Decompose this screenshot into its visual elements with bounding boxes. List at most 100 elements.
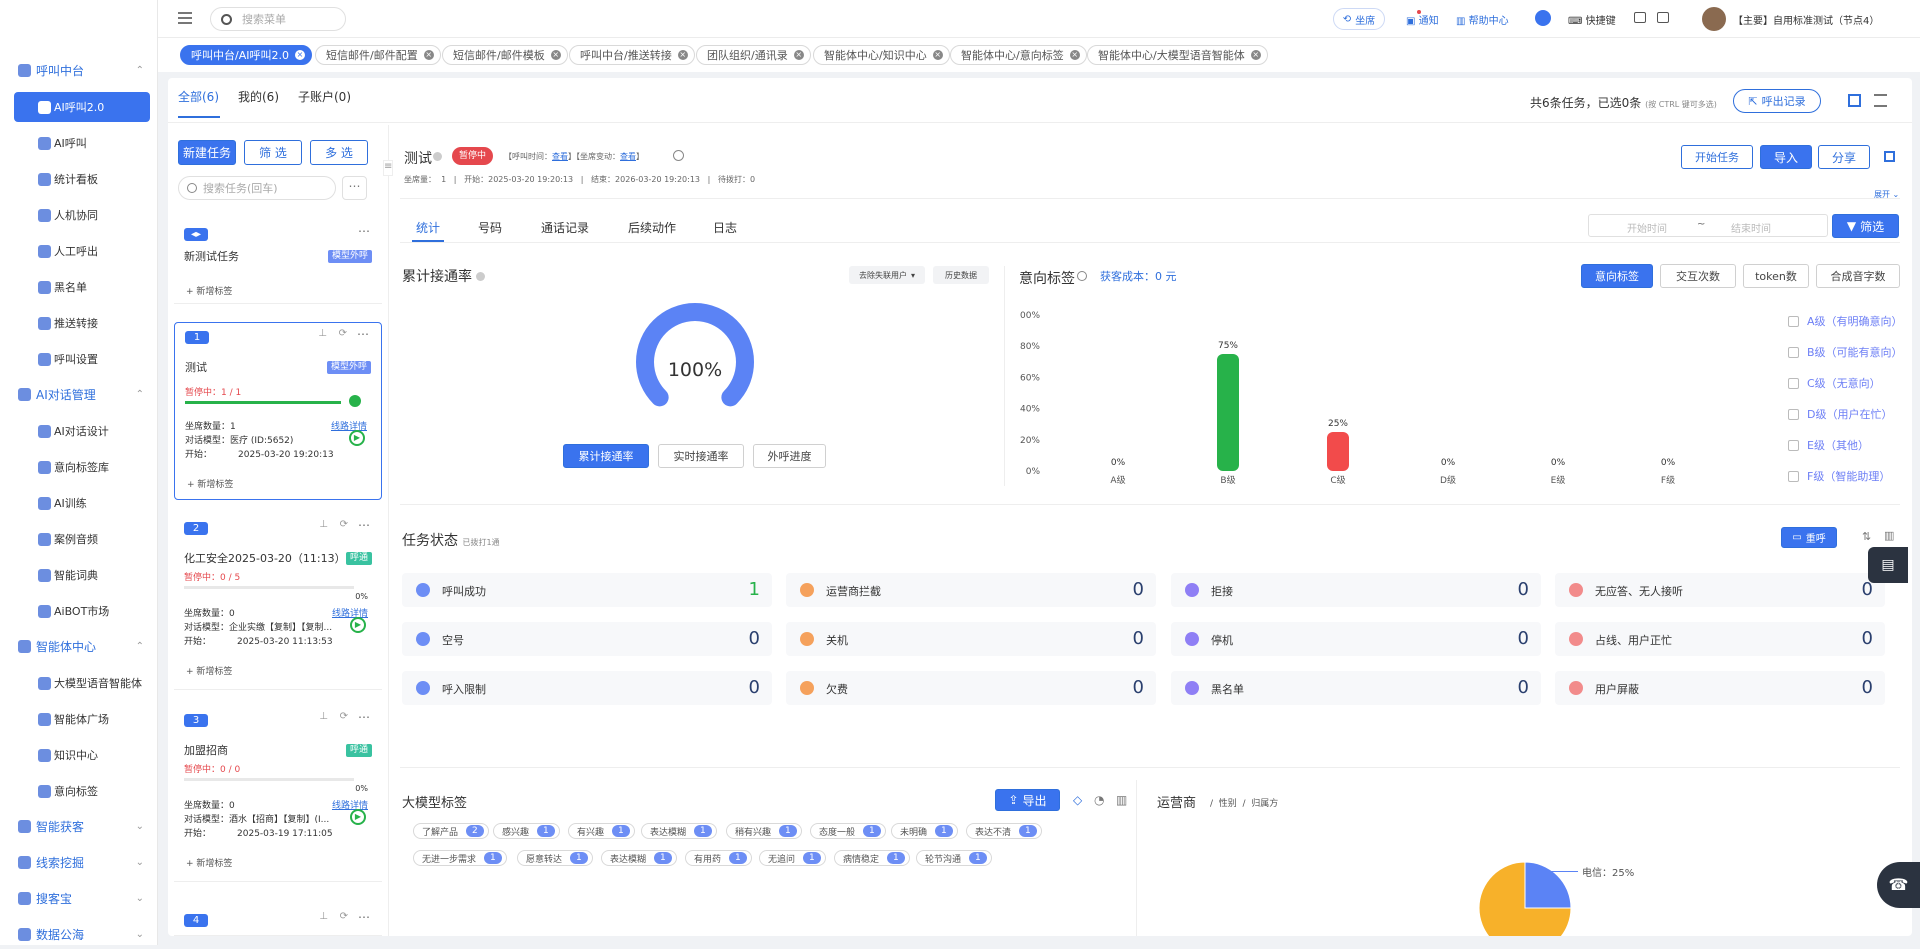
intent-metric-button-0[interactable]: 意向标签 [1581,264,1653,288]
intent-level-checkbox[interactable]: E级（其他） [1788,437,1869,453]
start-task-button[interactable]: 开始任务 [1681,145,1753,169]
more-icon[interactable]: ⋯ [358,710,370,724]
line-detail-link[interactable]: 线路详情 [332,606,368,619]
llm-tag-chip[interactable]: 了解产品 2 [413,823,489,839]
sidebar-item-0-5[interactable]: 黑名单 [14,272,150,302]
avatar[interactable] [1702,7,1726,31]
sidebar-item-1-3[interactable]: 案例音频 [14,524,150,554]
llm-tag-chip[interactable]: 未明确 1 [891,823,958,839]
task-card[interactable]: 2 ⋯ ⊥ ⟳ 化工安全2025-03-20（11:13） 呼通 暂停中：0 / 5 0% 坐席… [174,514,382,690]
import-button[interactable]: 导入 [1760,145,1812,169]
sidebar-group-1[interactable]: AI对话管理 ⌃ [14,379,150,409]
sidebar-item-1-5[interactable]: AiBOT市场 [14,596,150,626]
sidebar-item-1-0[interactable]: AI对话设计 [14,416,150,446]
menu-search[interactable]: 搜索菜单 [210,7,346,31]
filter-tab-all[interactable]: 全部(6) [178,88,219,105]
share-button[interactable]: 分享 [1818,145,1870,169]
chat-float-button[interactable]: ▤ [1868,547,1908,583]
seat-change-link[interactable]: 查看 [620,152,636,161]
refresh-icon[interactable] [673,150,684,161]
line-detail-link[interactable]: 线路详情 [332,798,368,811]
close-icon[interactable]: × [932,50,943,60]
pin-icon[interactable]: ⊥ [319,911,328,922]
filter-tab-sub[interactable]: 子账户(0) [298,88,351,105]
tag-icon[interactable]: ◇ [1073,793,1082,807]
llm-tag-chip[interactable]: 表达模糊 1 [641,823,717,839]
sidebar-item-0-6[interactable]: 推送转接 [14,308,150,338]
task-search-input[interactable]: 搜索任务(回车) [178,176,336,200]
sidebar-item-2-2[interactable]: 知识中心 [14,740,150,770]
more-icon[interactable]: ⋯ [358,518,370,532]
task-card[interactable]: 1 ⋯ ⊥ ⟳ 测试 模型外呼 暂停中：1 / 1 坐席数量：1 线路详情 对话模型：医疗 (ID… [174,322,382,500]
more-icon[interactable]: ⋯ [357,327,369,341]
sidebar-item-0-7[interactable]: 呼叫设置 [14,344,150,374]
llm-tag-chip[interactable]: 感兴趣 1 [493,823,560,839]
filter-button[interactable]: 筛 选 [244,140,302,165]
shortcut-button[interactable]: ⌨ 快捷键 [1568,12,1616,27]
sidebar-item-0-0[interactable]: AI呼叫2.0 [14,92,150,122]
play-icon[interactable]: ▶ [349,430,365,446]
checkbox-box[interactable] [1788,439,1799,451]
sidebar-item-1-1[interactable]: 意向标签库 [14,452,150,482]
close-icon[interactable]: × [550,50,561,60]
history-data-button[interactable]: 历史数据 [933,266,989,284]
llm-tag-chip[interactable]: 无进一步需求 1 [413,850,507,866]
redial-button[interactable]: ▭ 重呼 [1781,527,1837,548]
intent-metric-button-2[interactable]: token数 [1743,264,1809,288]
grid-view-icon[interactable] [1848,94,1861,107]
sidebar-group-4[interactable]: 线索挖掘 ⌄ [14,847,150,877]
support-float-button[interactable]: ☎ [1877,862,1920,908]
close-icon[interactable]: × [1069,50,1080,60]
sidebar-group-5[interactable]: 搜客宝 ⌄ [14,883,150,913]
llm-tag-chip[interactable]: 无追问 1 [759,850,826,866]
add-tag-button[interactable]: + 新增标签 [186,664,232,677]
exclude-lost-dropdown[interactable]: 去除失联用户 ▾ [849,266,925,284]
sidebar-item-0-3[interactable]: 人机协同 [14,200,150,230]
intent-level-checkbox[interactable]: F级（智能助理） [1788,468,1890,484]
checkbox-box[interactable] [1788,408,1799,420]
intent-metric-button-1[interactable]: 交互次数 [1660,264,1736,288]
task-card[interactable]: ◂▸ ⋯ 新测试任务 模型外呼 + 新增标签 [174,220,382,304]
llm-tag-chip[interactable]: 轮节沟通 1 [916,850,992,866]
filter-tab-mine[interactable]: 我的(6) [238,88,279,105]
screen-icon[interactable] [1634,12,1646,23]
refresh-icon[interactable] [1077,271,1087,281]
page-tab-5[interactable]: 智能体中心/知识中心 × [813,45,950,65]
task-card[interactable]: 4 ⋯ ⊥ ⟳ [174,906,382,936]
sidebar-item-2-3[interactable]: 意向标签 [14,776,150,806]
llm-tag-chip[interactable]: 表达模糊 1 [601,850,677,866]
llm-tag-chip[interactable]: 有兴趣 1 [568,823,635,839]
intent-metric-button-3[interactable]: 合成音字数 [1816,264,1900,288]
detail-tab-4[interactable]: 日志 [713,219,737,236]
page-tab-2[interactable]: 短信邮件/邮件模板 × [442,45,568,65]
sidebar-item-2-1[interactable]: 智能体广场 [14,704,150,734]
user-name[interactable]: 【主要】自用标准测试（节点4） [1733,12,1879,27]
sidebar-item-2-0[interactable]: 大模型语音智能体 [14,668,150,698]
tab-region[interactable]: 归属方 [1251,799,1278,809]
close-icon[interactable]: × [677,50,688,60]
detail-tab-1[interactable]: 号码 [478,219,502,236]
new-task-button[interactable]: 新建任务 [178,140,236,165]
page-tab-0[interactable]: 呼叫中台/AI呼叫2.0 × [180,45,312,65]
fullscreen-icon[interactable] [1884,151,1895,162]
page-tab-1[interactable]: 短信邮件/邮件配置 × [315,45,441,65]
add-tag-button[interactable]: + 新增标签 [186,284,232,297]
sidebar-group-0[interactable]: 呼叫中台 ⌃ [14,55,150,85]
cumulative-rate-button[interactable]: 累计接通率 [563,444,649,468]
sort-icon[interactable]: ⇅ [1862,530,1871,543]
notify-button[interactable]: ▣ 通知 [1406,10,1439,27]
detail-tab-2[interactable]: 通话记录 [541,219,589,236]
sidebar-item-1-2[interactable]: AI训练 [14,488,150,518]
checkbox-box[interactable] [1788,346,1799,358]
image-icon[interactable] [1657,12,1669,23]
export-button[interactable]: ⇪ 导出 [995,789,1060,811]
intent-level-checkbox[interactable]: B级（可能有意向） [1788,344,1903,360]
call-progress-button[interactable]: 外呼进度 [753,444,826,468]
sidebar-item-1-4[interactable]: 智能词典 [14,560,150,590]
line-detail-link[interactable]: 线路详情 [331,419,367,432]
play-icon[interactable]: ▶ [350,617,366,633]
llm-tag-chip[interactable]: 愿意转达 1 [517,850,593,866]
close-icon[interactable]: × [1250,50,1261,60]
task-card[interactable]: 3 ⋯ ⊥ ⟳ 加盟招商 呼通 暂停中：0 / 0 0% 坐席数量：0 线路详情 对话模型：酒水【招… [174,706,382,882]
menu-toggle-icon[interactable] [178,12,192,24]
